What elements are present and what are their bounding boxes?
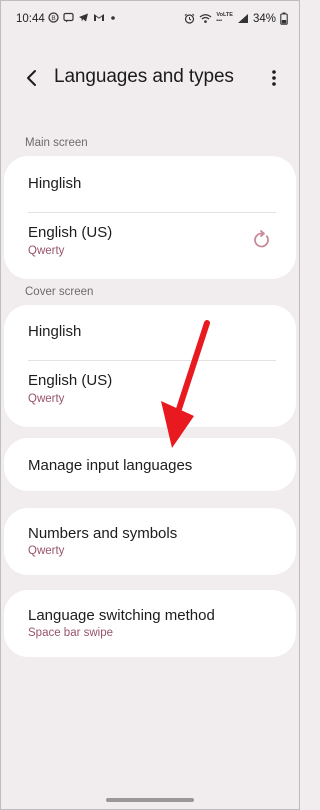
cover-screen-item-hinglish[interactable]: Hinglish: [4, 305, 296, 360]
status-bar: 10:44 B VoLTE ▪▪▪ 34%: [0, 0, 300, 40]
list-item-subtitle: Qwerty: [28, 545, 65, 557]
main-screen-card: Hinglish English (US) Qwerty: [4, 156, 296, 279]
volte-lte-icon: VoLTE ▪▪▪: [216, 12, 233, 24]
cover-screen-card: Hinglish English (US) Qwerty: [4, 305, 296, 427]
gesture-nav-handle[interactable]: [106, 798, 194, 802]
cover-screen-item-english-us[interactable]: English (US) Qwerty: [4, 361, 296, 427]
reset-icon[interactable]: [252, 230, 272, 250]
section-label-cover-screen: Cover screen: [25, 286, 94, 298]
status-system-icons: VoLTE ▪▪▪ 34%: [184, 12, 288, 25]
app-header: Languages and types: [0, 58, 300, 98]
telegram-icon: [79, 13, 88, 22]
wifi-icon: [199, 14, 212, 23]
message-icon: [63, 12, 74, 23]
section-label-main-screen: Main screen: [25, 137, 88, 149]
battery-icon: [280, 12, 288, 25]
lte-glyph: ▪▪▪: [216, 17, 223, 24]
main-screen-item-english-us[interactable]: English (US) Qwerty: [4, 213, 296, 279]
list-item-title: Manage input languages: [28, 457, 193, 474]
language-switching-method-item[interactable]: Language switching method Space bar swip…: [4, 590, 296, 657]
list-item-title: English (US): [28, 372, 113, 389]
main-screen-item-hinglish[interactable]: Hinglish: [4, 156, 296, 212]
more-options-button[interactable]: [264, 64, 284, 92]
list-item-title: English (US): [28, 224, 113, 241]
dot-icon: [111, 16, 115, 20]
page-title: Languages and types: [54, 66, 234, 87]
list-item-title: Hinglish: [28, 323, 82, 340]
list-item-subtitle: Qwerty: [28, 393, 65, 405]
status-time: 10:44: [16, 13, 45, 25]
data-saver-icon: B: [48, 12, 59, 23]
list-item-title: Language switching method: [28, 607, 215, 624]
back-arrow-icon: [27, 70, 36, 86]
battery-percentage: 34%: [252, 12, 276, 25]
svg-text:B: B: [51, 15, 55, 22]
gmail-icon: [94, 14, 104, 21]
alarm-icon: [185, 13, 195, 24]
list-item-subtitle: Qwerty: [28, 245, 65, 257]
list-item-title: Hinglish: [28, 175, 82, 192]
list-item-title: Numbers and symbols: [28, 525, 178, 542]
back-button[interactable]: [18, 64, 46, 92]
numbers-and-symbols-item[interactable]: Numbers and symbols Qwerty: [4, 508, 296, 575]
more-vertical-icon: [272, 70, 276, 86]
list-item-subtitle: Space bar swipe: [28, 627, 114, 639]
signal-icon: [237, 14, 248, 23]
status-notification-icons: B: [48, 12, 117, 23]
manage-input-languages-item[interactable]: Manage input languages: [4, 438, 296, 491]
